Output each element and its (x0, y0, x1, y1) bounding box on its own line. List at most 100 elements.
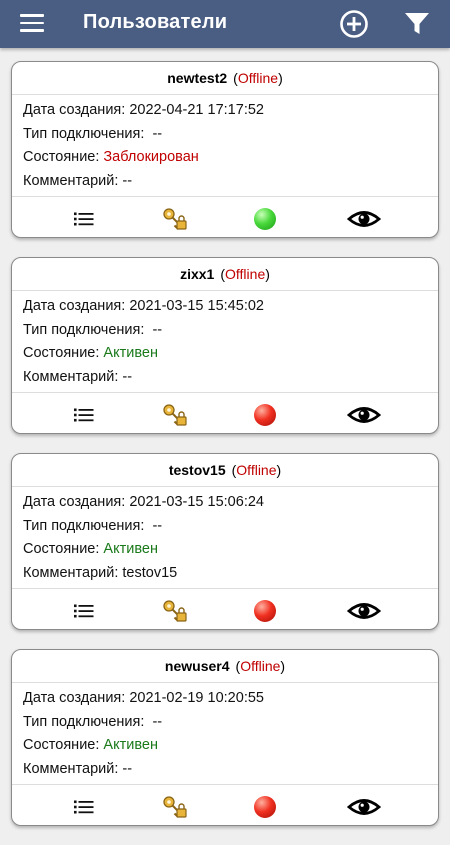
connection-value: -- (152, 125, 163, 142)
connection-label: Тип подключения: (23, 125, 145, 142)
details-list-button[interactable] (70, 793, 98, 821)
status-close-paren: ) (280, 658, 286, 674)
user-card: newtest2 (Offline) Дата создания: 2022-0… (11, 61, 439, 238)
connection-row: Тип подключения: -- (23, 515, 427, 539)
created-label: Дата создания: (23, 494, 126, 510)
status-dot-icon (254, 404, 276, 426)
user-name: zixx1 (180, 266, 215, 282)
list-icon (74, 212, 94, 226)
created-label: Дата создания: (23, 690, 126, 706)
view-user-button[interactable] (347, 205, 381, 233)
view-user-button[interactable] (347, 401, 381, 429)
connection-label: Тип подключения: (23, 517, 145, 534)
connection-value: -- (152, 517, 163, 534)
details-list-button[interactable] (70, 597, 98, 625)
add-user-button[interactable] (339, 9, 369, 39)
created-label: Дата создания: (23, 102, 126, 118)
connection-row: Тип подключения: -- (23, 319, 427, 343)
eye-icon (347, 603, 381, 619)
user-card: newuser4 (Offline) Дата создания: 2021-0… (11, 649, 439, 826)
key-lock-icon (163, 796, 187, 818)
user-name: testov15 (168, 462, 226, 478)
state-row: Состояние: Заблокирован (23, 146, 427, 170)
connection-row: Тип подключения: -- (23, 123, 427, 147)
user-name: newtest2 (167, 70, 228, 86)
user-details: Дата создания: 2021-03-15 15:06:24 Тип п… (12, 486, 438, 589)
eye-icon (347, 211, 381, 227)
state-label: Состояние: (23, 541, 100, 557)
state-row: Состояние: Активен (23, 538, 427, 562)
created-row: Дата создания: 2021-03-15 15:06:24 (23, 491, 427, 515)
status-dot-icon (254, 208, 276, 230)
key-lock-icon (163, 600, 187, 622)
connection-row: Тип подключения: -- (23, 711, 427, 735)
connection-value: -- (152, 713, 163, 730)
hamburger-menu-icon[interactable] (20, 14, 44, 34)
status-dot-icon (254, 796, 276, 818)
comment-value: -- (122, 760, 133, 777)
details-list-button[interactable] (70, 401, 98, 429)
created-value: 2022-04-21 17:17:52 (129, 102, 264, 118)
user-name: newuser4 (164, 658, 230, 674)
user-card-actions (12, 393, 438, 433)
comment-label: Комментарий: (23, 564, 119, 581)
list-icon (74, 408, 94, 422)
user-card-header: testov15 (Offline) (12, 454, 438, 486)
eye-icon (347, 799, 381, 815)
status-indicator[interactable] (251, 401, 279, 429)
online-status: Offline (240, 658, 281, 674)
online-status: Offline (237, 70, 279, 86)
view-user-button[interactable] (347, 793, 381, 821)
status-close-paren: ) (278, 70, 283, 86)
comment-value: -- (122, 368, 133, 385)
app-bar: Пользователи (0, 0, 450, 48)
key-lock-icon (163, 404, 187, 426)
state-value: Активен (103, 541, 158, 557)
comment-row: Комментарий: testov15 (23, 562, 427, 586)
filter-button[interactable] (404, 11, 430, 37)
status-dot-icon (254, 600, 276, 622)
comment-label: Комментарий: (23, 760, 119, 777)
user-details: Дата создания: 2021-03-15 15:45:02 Тип п… (12, 290, 438, 393)
password-key-button[interactable] (161, 401, 189, 429)
connection-value: -- (152, 321, 163, 338)
created-row: Дата создания: 2021-02-19 10:20:55 (23, 687, 427, 711)
created-value: 2021-03-15 15:45:02 (129, 298, 264, 314)
details-list-button[interactable] (70, 205, 98, 233)
status-indicator[interactable] (251, 205, 279, 233)
list-icon (74, 800, 94, 814)
user-card: zixx1 (Offline) Дата создания: 2021-03-1… (11, 257, 439, 434)
comment-row: Комментарий: -- (23, 366, 427, 390)
password-key-button[interactable] (161, 205, 189, 233)
user-card-header: newuser4 (Offline) (12, 650, 438, 682)
key-lock-icon (163, 208, 187, 230)
created-label: Дата создания: (23, 298, 126, 314)
filter-icon (405, 13, 429, 34)
add-circle-icon (340, 10, 368, 38)
comment-value: -- (122, 172, 133, 189)
user-details: Дата создания: 2021-02-19 10:20:55 Тип п… (12, 682, 438, 785)
connection-label: Тип подключения: (23, 713, 145, 730)
comment-row: Комментарий: -- (23, 170, 427, 194)
user-card-actions (12, 197, 438, 237)
password-key-button[interactable] (161, 793, 189, 821)
comment-label: Комментарий: (23, 368, 119, 385)
user-list: newtest2 (Offline) Дата создания: 2022-0… (11, 61, 439, 845)
status-indicator[interactable] (251, 597, 279, 625)
created-row: Дата создания: 2021-03-15 15:45:02 (23, 295, 427, 319)
user-card: testov15 (Offline) Дата создания: 2021-0… (11, 453, 439, 630)
status-close-paren: ) (265, 266, 270, 282)
user-card-header: zixx1 (Offline) (12, 258, 438, 290)
online-status: Offline (225, 266, 266, 282)
comment-value: testov15 (122, 564, 178, 581)
password-key-button[interactable] (161, 597, 189, 625)
state-row: Состояние: Активен (23, 734, 427, 758)
created-row: Дата создания: 2022-04-21 17:17:52 (23, 99, 427, 123)
list-icon (74, 604, 94, 618)
user-card-header: newtest2 (Offline) (12, 62, 438, 94)
status-indicator[interactable] (251, 793, 279, 821)
created-value: 2021-03-15 15:06:24 (129, 494, 264, 510)
state-value: Активен (103, 737, 158, 753)
state-label: Состояние: (23, 345, 100, 361)
view-user-button[interactable] (347, 597, 381, 625)
